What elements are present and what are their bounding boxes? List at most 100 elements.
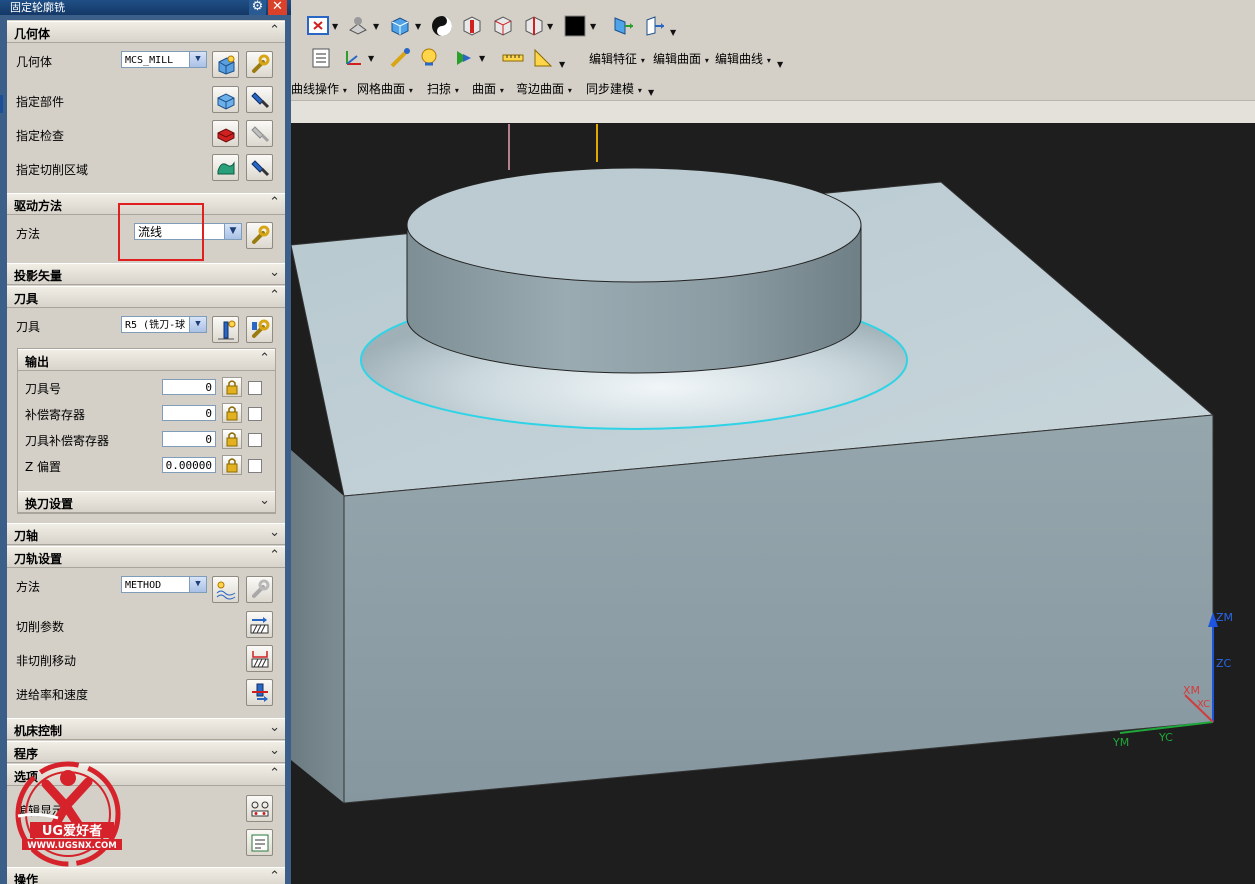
flange-surface-menu[interactable]: 弯边曲面 ▾ [516,80,572,97]
chevron-down-icon[interactable]: ⌄ [269,265,280,280]
chevron-up-icon[interactable]: ⌃ [269,288,280,303]
surface-menu[interactable]: 曲面 ▾ [472,80,504,97]
section-path-settings[interactable]: 刀轨设置 ⌃ [7,546,285,568]
cut-params-button[interactable] [246,611,273,638]
chevron-down-icon[interactable]: ⌄ [269,525,280,540]
chevron-down-icon[interactable]: ▼ [415,22,421,31]
section-geometry[interactable]: 几何体 ⌃ [7,21,285,43]
chevron-down-icon[interactable]: ▼ [189,317,206,332]
mesh-surface-menu[interactable]: 网格曲面 ▾ [357,80,413,97]
display-check-button[interactable] [246,120,273,147]
chevron-down-icon[interactable]: ▼ [368,54,374,63]
edit-curve-menu[interactable]: 编辑曲线 ▾ [715,50,771,67]
section-projection-vector[interactable]: 投影矢量 ⌄ [7,263,285,285]
comp-register-checkbox[interactable] [248,407,262,421]
section-output[interactable]: 输出 ⌃ [18,349,275,371]
edit-method-button[interactable] [246,576,273,603]
edit-geometry-button[interactable] [246,51,273,78]
chevron-down-icon[interactable]: ▼ [479,54,485,63]
chevron-up-icon[interactable]: ⌃ [269,869,280,884]
chevron-up-icon[interactable]: ⌃ [269,23,280,38]
tool-select[interactable]: R5 (铣刀-球 ▼ [121,316,207,333]
section-actions[interactable]: 操作 ⌃ [7,867,285,884]
z-offset-input[interactable]: 0.00000 [162,457,216,473]
z-offset-checkbox[interactable] [248,459,262,473]
gear-icon[interactable]: ⚙ [249,0,266,15]
chevron-down-icon[interactable]: ▼ [189,577,206,592]
layers-icon[interactable] [309,46,333,70]
display-cut-area-button[interactable] [246,154,273,181]
chevron-down-icon[interactable]: ▼ [373,22,379,31]
move-object-icon[interactable] [611,14,635,38]
tool-comp-register-input[interactable]: 0 [162,431,216,447]
chevron-down-icon[interactable]: ▼ [670,28,676,37]
sweep-menu[interactable]: 扫掠 ▾ [427,80,459,97]
edit-display-button[interactable] [246,795,273,822]
geometry-select[interactable]: MCS_MILL ▼ [121,51,207,68]
chevron-down-icon[interactable]: ▼ [189,52,206,67]
close-icon[interactable]: ✕ [268,0,287,15]
select-part-button[interactable] [212,86,239,113]
section-tool[interactable]: 刀具 ⌃ [7,286,285,308]
chevron-down-icon[interactable]: ▼ [777,60,783,69]
lock-icon[interactable] [222,429,242,449]
simulate-icon[interactable] [451,46,475,70]
feeds-speeds-button[interactable] [246,679,273,706]
ruler-icon[interactable] [501,46,525,70]
edit-feature-menu[interactable]: 编辑特征 ▾ [589,50,645,67]
view-orient-icon[interactable] [346,14,370,38]
edit-tool-button[interactable] [246,316,273,343]
select-check-button[interactable] [212,120,239,147]
edit-section-icon[interactable] [522,14,546,38]
tool-number-checkbox[interactable] [248,381,262,395]
transform-icon[interactable] [643,14,667,38]
edit-surface-menu[interactable]: 编辑曲面 ▾ [653,50,709,67]
edit-drive-method-button[interactable] [246,222,273,249]
chevron-down-icon[interactable]: ⌄ [259,493,270,508]
new-tool-button[interactable] [212,316,239,343]
graphics-window[interactable]: ZM ZC XM XC YM YC [291,123,1255,884]
color-swatch-icon[interactable] [563,14,587,38]
block-left-face[interactable] [291,450,344,803]
new-method-button[interactable] [212,576,239,603]
chevron-down-icon[interactable]: ▼ [559,60,565,69]
background-icon[interactable] [430,14,454,38]
shaded-cube-icon[interactable] [388,14,412,38]
chevron-down-icon[interactable]: ▼ [332,22,338,31]
path-method-select[interactable]: METHOD ▼ [121,576,207,593]
resize-handle[interactable] [0,95,3,113]
chevron-down-icon[interactable]: ⌄ [269,743,280,758]
tool-comp-register-checkbox[interactable] [248,433,262,447]
section-tool-change[interactable]: 换刀设置 ⌄ [18,491,275,513]
boss-top-face[interactable] [406,167,862,283]
chevron-up-icon[interactable]: ⌃ [269,766,280,781]
section-tool-axis[interactable]: 刀轴 ⌄ [7,523,285,545]
measure-icon[interactable] [388,46,412,70]
lock-icon[interactable] [222,377,242,397]
select-cut-area-button[interactable] [212,154,239,181]
angle-icon[interactable] [531,46,555,70]
chevron-down-icon[interactable]: ▼ [224,224,241,239]
section-view-icon[interactable] [460,14,484,38]
fit-view-icon[interactable] [306,14,330,38]
tool-number-input[interactable]: 0 [162,379,216,395]
chevron-down-icon[interactable]: ▼ [547,22,553,31]
wcs-icon[interactable] [341,46,365,70]
section-machine-control[interactable]: 机床控制 ⌄ [7,718,285,740]
chevron-up-icon[interactable]: ⌃ [269,548,280,563]
sync-modeling-menu[interactable]: 同步建模 ▾ [586,80,642,97]
chevron-down-icon[interactable]: ▼ [648,88,654,97]
lock-icon[interactable] [222,455,242,475]
chevron-down-icon[interactable]: ⌄ [269,720,280,735]
clip-view-icon[interactable] [491,14,515,38]
chevron-up-icon[interactable]: ⌃ [269,195,280,210]
curve-ops-menu[interactable]: 曲线操作 ▾ [291,80,347,97]
lock-icon[interactable] [222,403,242,423]
new-geometry-button[interactable] [212,51,239,78]
chevron-down-icon[interactable]: ▼ [590,22,596,31]
analysis-icon[interactable] [417,46,441,70]
non-cut-moves-button[interactable] [246,645,273,672]
comp-register-input[interactable]: 0 [162,405,216,421]
chevron-up-icon[interactable]: ⌃ [259,351,270,366]
custom-data-button[interactable] [246,829,273,856]
